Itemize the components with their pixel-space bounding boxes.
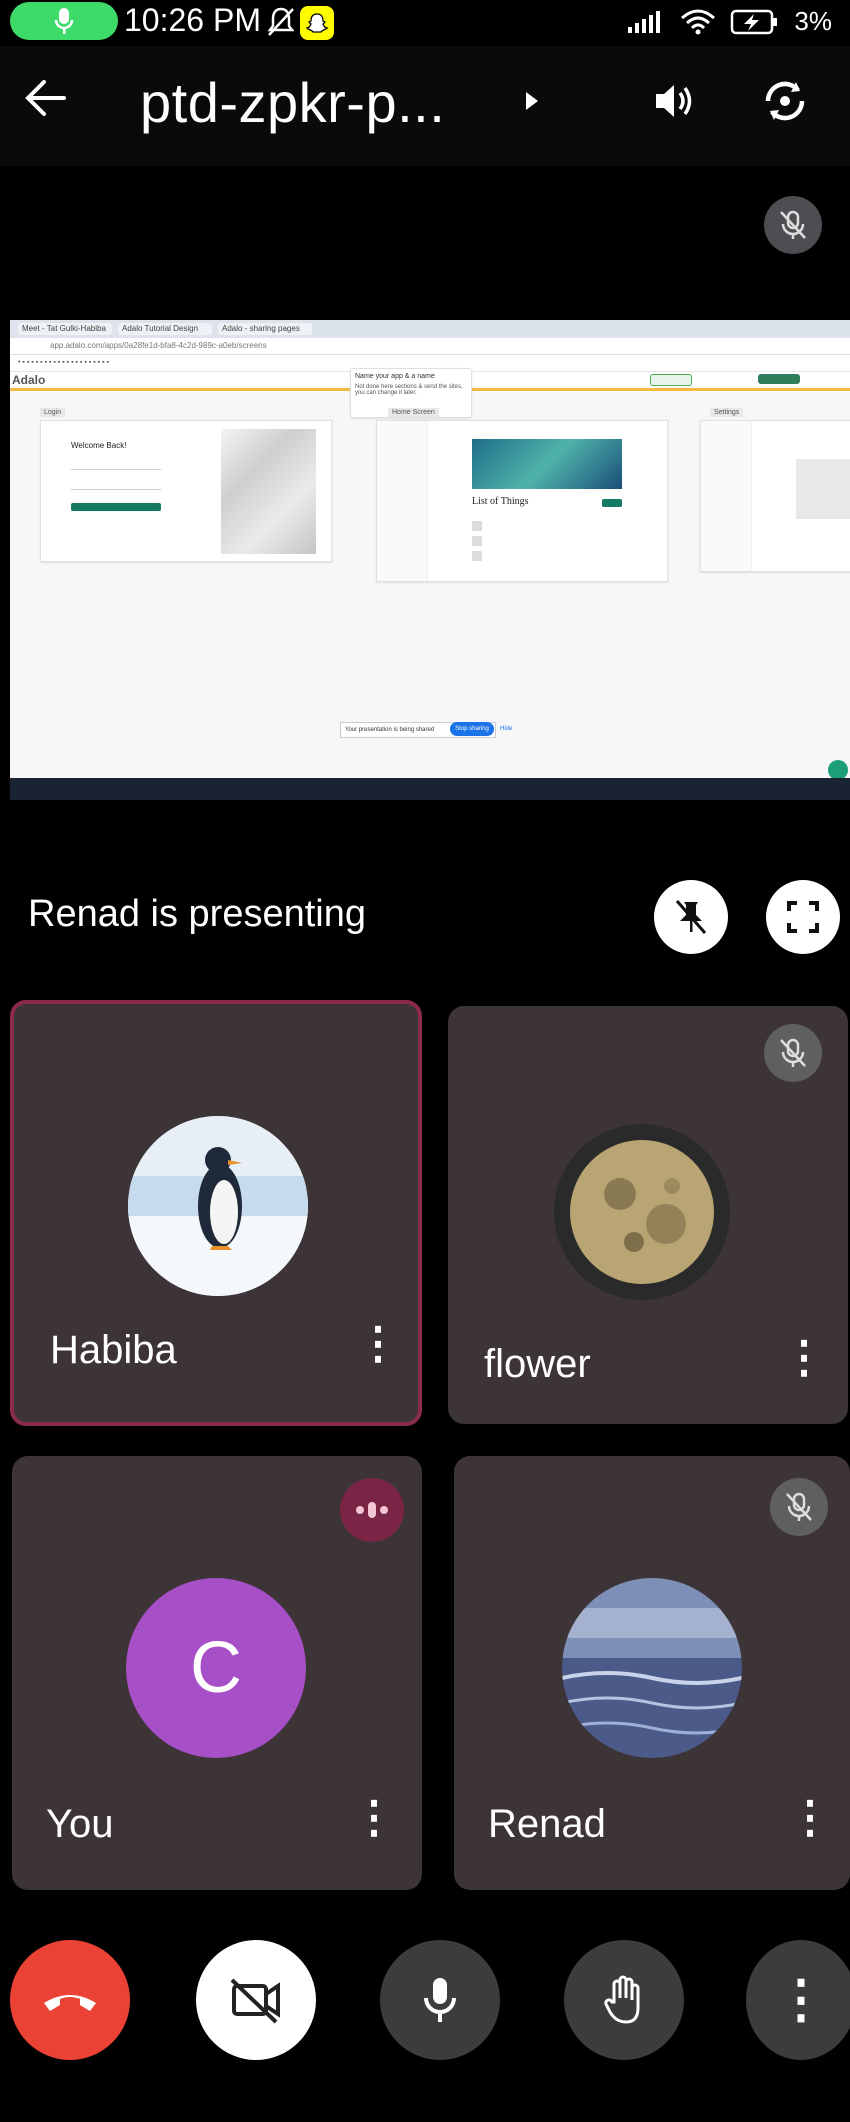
- more-vert-icon: ⋮: [775, 1971, 827, 2029]
- audio-level-icon: [356, 1502, 388, 1518]
- avatar-penguin: [128, 1116, 308, 1296]
- unpin-button[interactable]: [654, 880, 728, 954]
- toolbar-button: [758, 374, 800, 384]
- participant-name: You: [46, 1802, 114, 1846]
- speaker-icon[interactable]: [648, 76, 698, 126]
- more-options-icon[interactable]: ⋮: [356, 1322, 400, 1366]
- card-field: [71, 481, 161, 490]
- card-sidebar: [701, 421, 752, 571]
- card-label: Home Screen: [388, 408, 439, 417]
- participant-name: Habiba: [50, 1328, 177, 1372]
- card-button: [71, 503, 161, 511]
- meeting-code-title[interactable]: ptd-zpkr-p...: [140, 70, 445, 135]
- card-add-button: [602, 499, 622, 507]
- participant-tile-flower[interactable]: flower ⋮: [448, 1006, 848, 1424]
- popup-body: Not done here sections & send the sites,…: [355, 384, 463, 396]
- card-image: [796, 459, 850, 519]
- mic-button[interactable]: [380, 1940, 500, 2060]
- raise-hand-button[interactable]: [564, 1940, 684, 2060]
- unpin-icon: [675, 900, 707, 934]
- mic-icon: [424, 1978, 456, 2022]
- signal-icon: [628, 10, 661, 33]
- participant-muted-badge: [764, 1024, 822, 1082]
- stop-sharing-button: Stop sharing: [450, 722, 494, 736]
- battery-charging-icon: [731, 9, 778, 34]
- adalo-logo: Adalo: [12, 373, 46, 387]
- wifi-icon: [681, 9, 716, 34]
- windows-taskbar: [10, 778, 850, 800]
- shared-screen: Meet - Tat Gulki-Habiba Adalo Tutorial D…: [10, 320, 850, 800]
- card-field: [71, 461, 161, 470]
- browser-tab: Adalo - sharing pages: [218, 323, 312, 335]
- raise-hand-icon: [604, 1975, 640, 2024]
- presenting-label: Renad is presenting: [28, 893, 366, 935]
- status-icons: 3%: [626, 6, 832, 37]
- avatar-sea: [562, 1578, 742, 1758]
- battery-percent: 3%: [794, 6, 832, 36]
- notifications-off-icon: [267, 7, 295, 36]
- more-options-icon[interactable]: ⋮: [782, 1336, 826, 1380]
- active-mic-indicator: [10, 2, 118, 40]
- speaking-badge: [340, 1478, 404, 1542]
- fullscreen-icon: [787, 901, 819, 933]
- presenter-muted-badge: [764, 196, 822, 254]
- participant-muted-badge: [770, 1478, 828, 1536]
- participant-name: Renad: [488, 1802, 606, 1846]
- screen-card-login: Welcome Back!: [40, 420, 332, 562]
- participant-tile-renad[interactable]: Renad ⋮: [454, 1456, 850, 1890]
- toolbar-chip: [650, 374, 692, 386]
- video-off-icon: [230, 1978, 280, 2024]
- card-image: [221, 429, 316, 554]
- more-options-icon[interactable]: ⋮: [352, 1796, 396, 1840]
- card-hero-image: [472, 439, 622, 489]
- popup-title: Name your app & a name: [355, 373, 435, 380]
- mic-off-icon: [780, 210, 806, 239]
- screen-card-home: List of Things: [376, 420, 668, 582]
- more-options-icon[interactable]: ⋮: [788, 1796, 832, 1840]
- browser-tab: Adalo Tutorial Design: [118, 323, 212, 335]
- participant-tile-you[interactable]: C You ⋮: [12, 1456, 422, 1890]
- mic-off-icon: [780, 1038, 806, 1067]
- browser-tab: Meet - Tat Gulki-Habiba: [18, 323, 112, 335]
- end-call-icon: [44, 1995, 96, 2011]
- list-thumb: [472, 536, 482, 546]
- participant-name: flower: [484, 1342, 591, 1386]
- status-time: 10:26 PM: [124, 2, 261, 38]
- fullscreen-button[interactable]: [766, 880, 840, 954]
- help-bubble-icon: [828, 760, 848, 780]
- end-call-button[interactable]: [10, 1940, 130, 2060]
- switch-camera-icon[interactable]: [758, 74, 812, 128]
- mic-off-icon: [786, 1492, 812, 1521]
- back-arrow-icon[interactable]: [24, 76, 68, 120]
- more-options-button[interactable]: ⋮: [746, 1940, 850, 2060]
- card-label: Login: [40, 408, 66, 417]
- avatar-moon: [554, 1124, 730, 1300]
- meeting-details-caret-icon[interactable]: [522, 90, 542, 112]
- browser-tab-strip: Meet - Tat Gulki-Habiba Adalo Tutorial D…: [10, 320, 850, 338]
- card-sidebar: [377, 421, 428, 581]
- participant-tile-habiba[interactable]: Habiba ⋮: [10, 1000, 422, 1426]
- hide-button: Hide: [500, 726, 513, 732]
- list-thumb: [472, 521, 482, 531]
- camera-off-button[interactable]: [196, 1940, 316, 2060]
- snapchat-icon: [300, 6, 334, 40]
- share-bar-text: Your presentation is being shared: [345, 727, 435, 733]
- avatar-letter: C: [126, 1578, 306, 1758]
- screen-card-settings: [700, 420, 850, 572]
- list-thumb: [472, 551, 482, 561]
- browser-url-bar: app.adalo.com/apps/0a28fe1d-bfa8-4c2d-98…: [10, 338, 850, 355]
- avatar-initial: C: [190, 1628, 242, 1708]
- status-bar: 10:26 PM 3%: [0, 0, 850, 46]
- card-heading: Welcome Back!: [71, 441, 127, 450]
- card-label: Settings: [710, 408, 744, 417]
- card-heading: List of Things: [472, 496, 529, 507]
- mic-icon: [54, 8, 74, 34]
